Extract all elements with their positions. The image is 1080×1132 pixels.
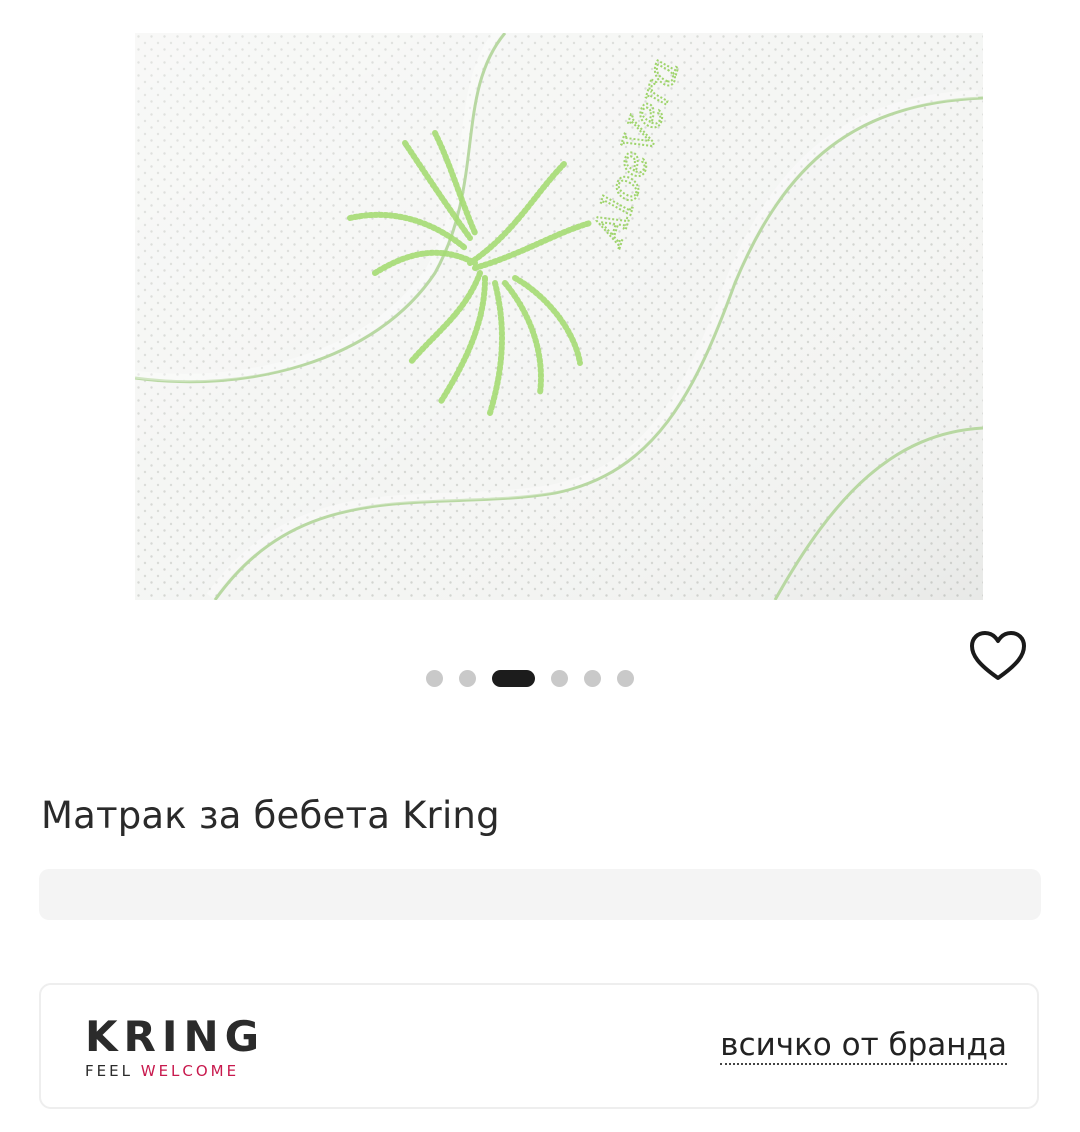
brand-tagline-part1: FEEL bbox=[85, 1062, 133, 1080]
carousel-dot-1[interactable] bbox=[426, 670, 443, 687]
brand-tagline-part2: WELCOME bbox=[140, 1062, 240, 1080]
product-image[interactable]: AloeVera bbox=[135, 33, 983, 600]
brand-logo[interactable]: KRING FEEL WELCOME bbox=[85, 1012, 295, 1081]
heart-outline-icon bbox=[970, 631, 1026, 680]
favorite-button[interactable] bbox=[966, 626, 1030, 686]
carousel-indicators bbox=[426, 670, 634, 687]
carousel-dot-2[interactable] bbox=[459, 670, 476, 687]
all-from-brand-link[interactable]: всичко от бранда bbox=[720, 1027, 1007, 1065]
loading-placeholder bbox=[39, 869, 1041, 920]
brand-tagline: FEEL WELCOME bbox=[85, 1062, 295, 1080]
carousel-dot-3-active[interactable] bbox=[492, 670, 535, 687]
brand-card: KRING FEEL WELCOME всичко от бранда bbox=[39, 983, 1039, 1109]
mattress-fabric-image: AloeVera bbox=[135, 33, 983, 600]
carousel-dot-4[interactable] bbox=[551, 670, 568, 687]
carousel-dot-5[interactable] bbox=[584, 670, 601, 687]
carousel-dot-6[interactable] bbox=[617, 670, 634, 687]
product-title: Матрак за бебета Kring bbox=[41, 794, 500, 837]
brand-logo-text: KRING bbox=[85, 1012, 266, 1061]
